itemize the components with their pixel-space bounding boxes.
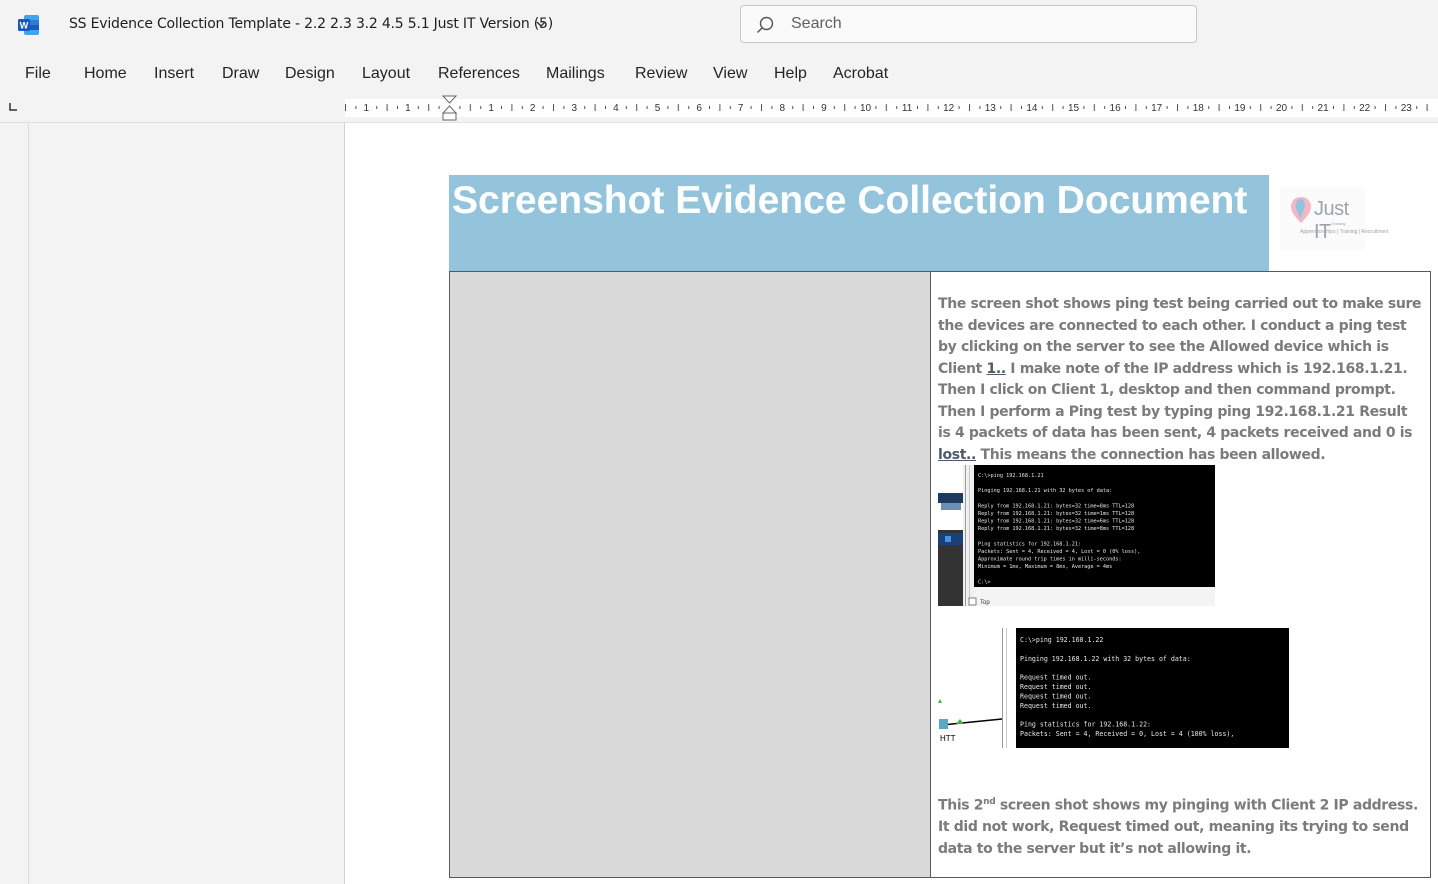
console-line: Pinging 192.168.1.22 with 32 bytes of da… [1020,655,1191,663]
ruler-label: 15 [1068,103,1080,114]
console-line: Request timed out. [1020,674,1091,682]
horizontal-ruler[interactable]: 1 1 1 2 3 4 5 6 7 8 9 10 11 12 13 14 15 16 17 18 19 20 21 22 23 [29,95,1438,121]
console-line: Pinging 192.168.1.21 with 32 bytes of da… [978,488,1112,494]
spelling-underline-2[interactable]: lost.. [938,447,976,463]
console-line: C:\> [978,579,991,585]
ruler-label: 2 [530,103,536,114]
ruler-label: 7 [738,103,744,114]
console-line: Reply from 192.168.1.21: bytes=32 time=8… [978,503,1134,509]
console-line: Request timed out. [1020,692,1091,700]
search-icon [757,16,774,33]
ruler-label: 23 [1401,103,1413,114]
spelling-underline-1[interactable]: 1.. [986,361,1006,377]
device-label: HTT [940,734,956,743]
tab-file[interactable]: File [25,65,51,83]
console-line: Minimum = 1ms, Maximum = 8ms, Average = … [978,564,1112,570]
word-icon[interactable]: W [18,14,40,36]
para1-text-b: I make note of the IP address which is 1… [938,360,1413,442]
description-paragraph-2[interactable]: This 2nd screen shot shows my pinging wi… [938,792,1424,860]
ruler-label: 11 [902,103,913,114]
ruler-label: 4 [613,103,619,114]
para2-text-a: This 2 [938,797,984,814]
top-checkbox-label: Top [980,600,990,606]
description-paragraph-1[interactable]: The screen shot shows ping test being ca… [938,294,1424,466]
console-line: Ping statistics for 192.168.1.21: [978,541,1081,547]
ruler-label: 1 [364,103,370,114]
tab-help[interactable]: Help [774,65,807,83]
network-device-icon [939,719,948,729]
para2-text-b: screen shot shows my pinging with Client… [938,797,1418,857]
search-placeholder[interactable]: Search [791,15,842,33]
search-box[interactable]: Search [740,5,1197,43]
table-cell-left[interactable] [450,272,931,877]
chevron-down-icon[interactable] [535,18,547,30]
console-line: Packets: Sent = 4, Received = 0, Lost = … [1020,730,1234,738]
ruler-label: 12 [943,103,955,114]
tab-design[interactable]: Design [285,65,335,83]
console-line: Reply from 192.168.1.21: bytes=32 time=8… [978,526,1134,532]
location-pin-icon [1291,197,1311,223]
console-line: Request timed out. [1020,702,1091,710]
ruler-label: 1 [488,103,494,114]
vertical-ruler-edge [28,122,29,884]
console-line: C:\>ping 192.168.1.22 [1020,636,1103,644]
console-line: Packets: Sent = 4, Received = 4, Lost = … [978,549,1140,555]
tab-layout[interactable]: Layout [362,65,410,83]
ruler-label: 3 [572,103,578,114]
logo-subtitle: Training [1331,221,1346,226]
para2-superscript: nd [983,797,996,807]
console-line: Approximate round trip times in milli-se… [978,557,1122,563]
indent-marker-icon[interactable] [441,95,458,121]
ruler-label: 8 [780,103,786,114]
svg-text:W: W [20,21,29,31]
ruler-scale: 11 1 2 3 4 5 6 7 8 9 10 11 12 13 14 15 16 17 18 19 20 21 22 23 [345,95,1428,121]
ruler-label: 1 [405,103,411,114]
document-title[interactable]: SS Evidence Collection Template - 2.2 2.… [69,16,553,32]
tab-review[interactable]: Review [635,65,687,83]
tab-view[interactable]: View [713,65,747,83]
console-line: Reply from 192.168.1.21: bytes=32 time=6… [978,519,1134,525]
ruler-label: 16 [1110,103,1122,114]
ribbon-tabs: File Home Insert Draw Design Layout Refe… [0,56,1438,94]
ruler-label: 19 [1234,103,1246,114]
ruler-label: 5 [655,103,661,114]
ruler-label: 17 [1151,103,1163,114]
tab-mailings[interactable]: Mailings [546,65,605,83]
ruler-label: 22 [1359,103,1371,114]
ruler-label: 18 [1193,103,1205,114]
ruler-label: 20 [1276,103,1288,114]
tab-draw[interactable]: Draw [222,65,259,83]
ping-success-screenshot[interactable]: Top C:\>ping 192.168.1.21 Pinging 192.168… [938,465,1215,606]
ruler-label: 13 [985,103,997,114]
ruler-label: 14 [1026,103,1038,114]
top-checkbox[interactable] [968,597,977,606]
tab-stop-selector-icon[interactable] [6,100,20,114]
console-line: Reply from 192.168.1.21: bytes=32 time=1… [978,511,1134,517]
ping-failure-screenshot[interactable]: HTT C:\>ping 192.168.1.22 Pinging 192.168… [938,628,1289,748]
ruler-label: 9 [821,103,827,114]
console-line: Ping statistics for 192.168.1.22: [1020,721,1151,729]
console-line: Request timed out. [1020,683,1091,691]
ruler-label: 21 [1318,103,1330,114]
tab-acrobat[interactable]: Acrobat [833,65,888,83]
para1-text-c: This means the connection has been allow… [975,446,1326,463]
console-line: C:\>ping 192.168.1.21 [978,473,1044,479]
tab-references[interactable]: References [438,65,520,83]
ruler-label: 10 [860,103,872,114]
title-banner: Screenshot Evidence Collection Document [449,175,1269,271]
just-it-logo[interactable]: Just IT Training Apprenticeships | Train… [1280,187,1388,250]
tab-home[interactable]: Home [84,65,127,83]
ruler-label: 6 [696,103,702,114]
page-title[interactable]: Screenshot Evidence Collection Document [452,177,1252,225]
title-bar: W SS Evidence Collection Template - 2.2 … [0,0,1438,52]
tab-insert[interactable]: Insert [154,65,194,83]
logo-tagline: Apprenticeships | Training | Recruitment [1300,229,1389,235]
